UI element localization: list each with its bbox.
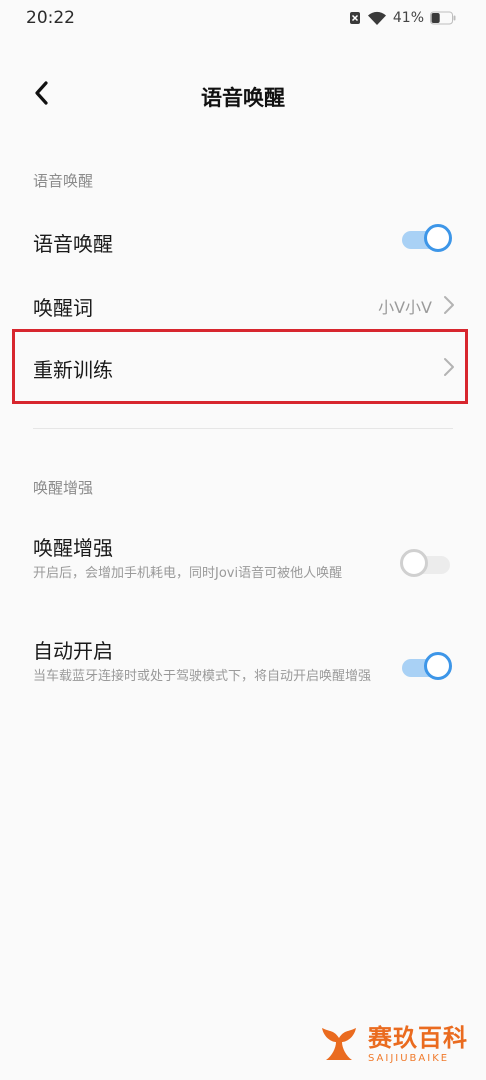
watermark: 赛玖百科 SAIJIUBAIKE <box>316 1018 468 1064</box>
section-header-wake-enhance: 唤醒增强 <box>33 479 94 497</box>
auto-enable-label: 自动开启 <box>33 639 113 663</box>
sim-off-icon <box>349 12 360 24</box>
auto-enable-row[interactable]: 自动开启 当车载蓝牙连接时或处于驾驶模式下，将自动开启唤醒增强 <box>0 627 486 711</box>
battery-icon <box>430 11 456 25</box>
retrain-label: 重新训练 <box>33 358 113 382</box>
toggle-knob <box>424 224 452 252</box>
wake-enhance-label: 唤醒增强 <box>33 536 113 560</box>
status-bar: 20:22 41% <box>0 0 486 40</box>
chevron-right-icon <box>444 296 454 314</box>
wake-enhance-toggle[interactable] <box>400 549 454 579</box>
retrain-row[interactable]: 重新训练 <box>0 338 486 396</box>
status-time: 20:22 <box>26 8 75 28</box>
battery-percent: 41% <box>392 10 424 26</box>
page-title: 语音唤醒 <box>201 86 285 110</box>
title-bar: 语音唤醒 <box>0 64 486 126</box>
section-header-voice-wake: 语音唤醒 <box>33 172 94 190</box>
watermark-subtitle: SAIJIUBAIKE <box>368 1053 450 1064</box>
wake-enhance-row[interactable]: 唤醒增强 开启后，会增加手机耗电，同时Jovi语音可被他人唤醒 <box>0 524 486 608</box>
toggle-knob <box>424 652 452 680</box>
wifi-icon <box>367 11 386 25</box>
auto-enable-description: 当车载蓝牙连接时或处于驾驶模式下，将自动开启唤醒增强 <box>33 669 372 684</box>
chevron-right-icon <box>444 358 454 376</box>
voice-wake-toggle[interactable] <box>400 224 454 254</box>
voice-wake-label: 语音唤醒 <box>33 232 113 256</box>
watermark-text: 赛玖百科 SAIJIUBAIKE <box>368 1018 468 1064</box>
toggle-knob <box>400 549 428 577</box>
watermark-name: 赛玖百科 <box>368 1024 468 1052</box>
auto-enable-toggle[interactable] <box>400 652 454 682</box>
wake-word-label: 唤醒词 <box>33 296 93 320</box>
wake-word-value: 小V小V <box>378 298 432 317</box>
voice-wake-row[interactable]: 语音唤醒 <box>0 212 486 268</box>
wake-word-row[interactable]: 唤醒词 小V小V <box>0 276 486 332</box>
status-icons: 41% <box>349 10 456 26</box>
section-divider <box>33 428 453 429</box>
whale-tail-logo-icon <box>322 1028 356 1060</box>
wake-enhance-description: 开启后，会增加手机耗电，同时Jovi语音可被他人唤醒 <box>33 566 343 581</box>
